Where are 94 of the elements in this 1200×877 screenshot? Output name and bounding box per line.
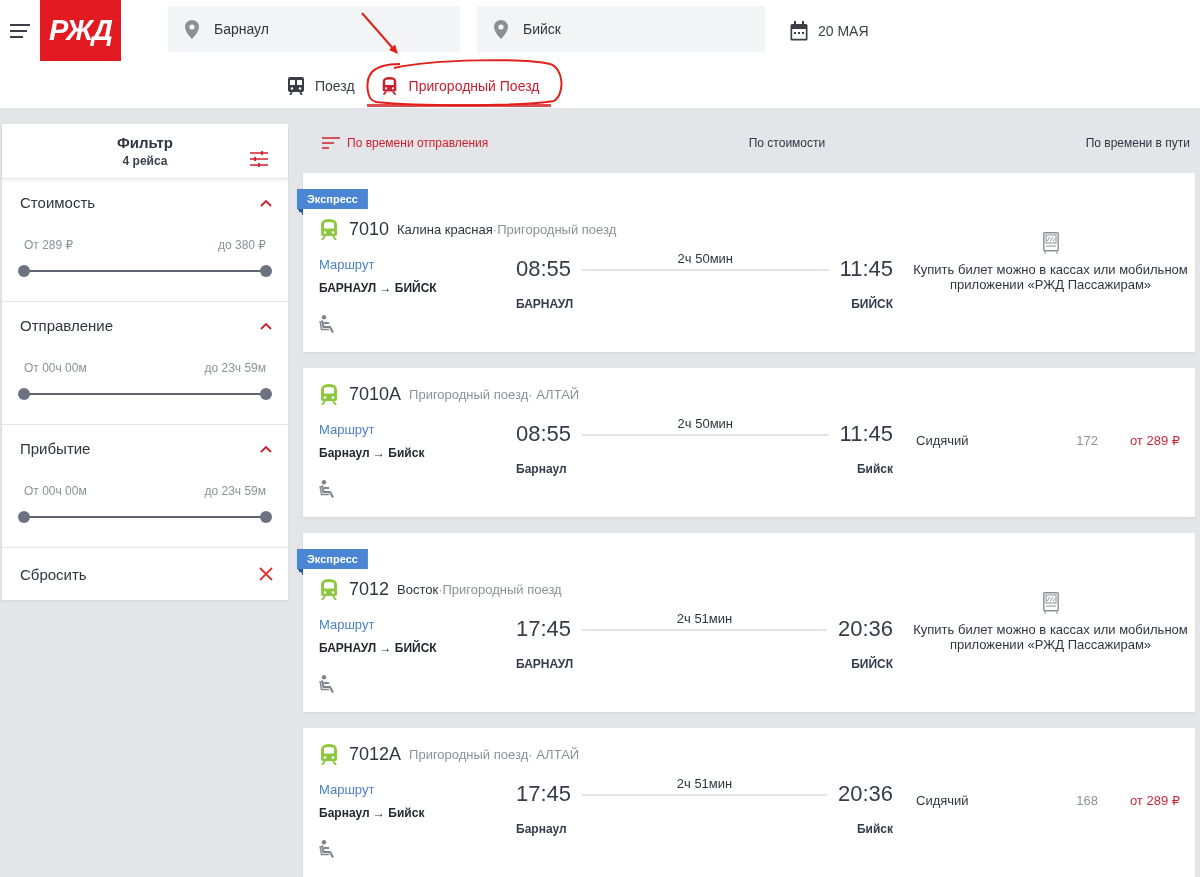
departure-time: 08:55 [516,421,572,447]
departure-station: БАРНАУЛ [516,296,574,312]
range-max-label: до 23ч 59м [204,361,266,375]
filter-icon[interactable] [250,151,268,167]
arrival-time: 20:36 [837,781,893,807]
express-badge: Экспресс [297,189,368,215]
filter-section-header[interactable]: Стоимость [20,193,272,213]
arrival-city-field[interactable]: Бийск [477,6,765,52]
notice-text: Купить билет можно в кассах или мобильном приложении «РЖД Пассажирам» [912,262,1189,292]
travel-duration: 2ч 50мин [677,416,734,431]
seated-person-icon [319,675,337,693]
seat-count: 168 [1076,793,1098,809]
price: от 289 ₽ [1129,793,1180,809]
arrival-station: БИЙСК [851,296,893,312]
slider-handle[interactable] [260,388,272,400]
travel-duration: 2ч 50мин [677,251,734,266]
departure-city-field[interactable]: Барнаул [168,6,460,52]
slider-handle[interactable] [18,265,30,277]
tab[interactable]: Поезд [274,66,367,107]
departure-station: БАРНАУЛ [516,656,574,672]
route-link[interactable]: Маршрут [319,257,375,273]
reset-button[interactable]: Сбросить [2,548,288,600]
kiosk-icon [1042,592,1059,614]
filter-title: Фильтр [117,134,173,152]
route-text: БАРНАУЛ → БИЙСК [319,640,437,656]
calendar-icon [790,21,808,41]
range-min-label: От 00ч 00м [24,484,87,498]
train-number: 7012 [349,578,390,601]
sort-icon [322,137,340,149]
route-text: БАРНАУЛ → БИЙСК [319,280,437,296]
slider-handle[interactable] [260,265,272,277]
range-min-label: От 289 ₽ [24,238,74,252]
arrival-time: 20:36 [837,616,893,642]
train-name: Калина красная [397,221,493,237]
train-category: ·Пригородный поезд [438,581,562,597]
route-link[interactable]: Маршрут [319,617,375,633]
route-text: Барнаул → Бийск [319,445,425,461]
arrival-station: БИЙСК [851,656,893,672]
train-icon [319,218,339,240]
range-max-label: до 380 ₽ [218,238,266,252]
train-category: ·Пригородный поезд [492,221,617,237]
departure-station: Барнаул [516,461,567,477]
train-icon [380,76,398,95]
departure-time: 17:45 [516,781,572,807]
price: от 289 ₽ [1129,433,1180,449]
travel-duration: 2ч 51мин [676,611,733,626]
train-icon [288,76,304,95]
slider-handle[interactable] [18,388,30,400]
route-link[interactable]: Маршрут [319,782,375,798]
train-number: 7012А [349,743,402,766]
train-number: 7010А [349,383,402,406]
train-icon [319,383,339,405]
close-icon [259,567,273,581]
departure-time: 17:45 [516,616,572,642]
train-icon [319,578,339,600]
seat-class: Сидячий [916,793,970,809]
seated-person-icon [319,480,337,498]
route-link[interactable]: Маршрут [319,422,375,438]
menu-icon[interactable] [10,24,30,38]
departure-time: 08:55 [516,256,572,282]
sort-option[interactable]: По стоимости [748,136,826,150]
train-category: Пригородный поезд· АЛТАЙ [409,386,580,402]
express-badge: Экспресс [297,549,368,575]
seated-person-icon [319,840,337,858]
slider-handle[interactable] [18,511,30,523]
arrival-station: Бийск [856,461,893,477]
seated-person-icon [319,315,337,333]
seat-class: Сидячий [916,433,970,449]
route-text: Барнаул → Бийск [319,805,425,821]
location-pin-icon [185,19,199,39]
sort-option[interactable]: По времени в пути [1085,136,1190,150]
filter-section-header[interactable]: Отправление [20,316,272,336]
filter-section-header[interactable]: Прибытие [20,439,272,459]
logo[interactable]: РЖД [40,0,121,61]
kiosk-icon [1042,232,1059,254]
results-count: 4 рейса [122,154,168,168]
sort-option[interactable]: По времени отправления [322,136,489,150]
range-max-label: до 23ч 59м [204,484,266,498]
location-pin-icon [494,19,508,39]
train-name: Восток [397,581,439,597]
arrival-station: Бийск [856,821,893,837]
tab[interactable]: Пригородный Поезд [366,66,552,107]
arrival-time: 11:45 [839,421,893,447]
slider-handle[interactable] [260,511,272,523]
departure-station: Барнаул [516,821,567,837]
arrival-time: 11:45 [839,256,893,282]
notice-text: Купить билет можно в кассах или мобильном приложении «РЖД Пассажирам» [912,622,1189,652]
travel-duration: 2ч 51мин [676,776,733,791]
train-category: Пригородный поезд· АЛТАЙ [409,746,580,762]
train-number: 7010 [349,218,390,241]
date-picker[interactable]: 20 МАЯ [790,21,869,41]
seat-count: 172 [1076,433,1098,449]
range-min-label: От 00ч 00м [24,361,87,375]
train-icon [319,743,339,765]
